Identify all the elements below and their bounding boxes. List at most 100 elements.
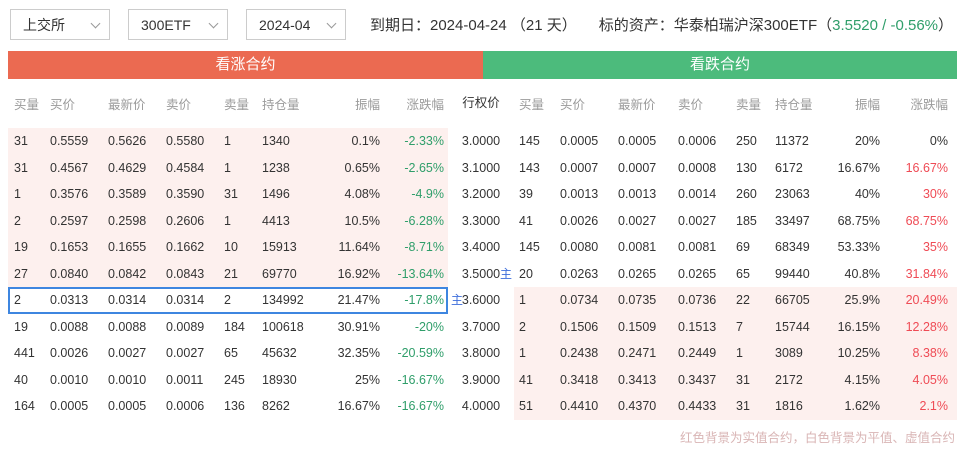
put-ask_vol: 185 bbox=[736, 213, 757, 228]
put-ask: 0.0027 bbox=[678, 213, 717, 228]
chevron-down-icon bbox=[326, 18, 337, 28]
put-contract-row[interactable]: 143 0.0007 0.0007 0.0008 130 6172 16.67% 16.67% bbox=[514, 155, 957, 182]
asset-quote: 3.5520 / -0.56% bbox=[832, 17, 939, 34]
put-contract-row[interactable]: 2 0.1506 0.1509 0.1513 7 15744 16.15% 12.28% bbox=[514, 313, 957, 340]
strike-value: 3.0000 bbox=[461, 134, 501, 148]
strike-value: 3.6000 bbox=[461, 293, 501, 307]
expiry-label: 到期日：2024-04-24 （21 天） bbox=[370, 17, 577, 34]
col-header: 卖价 bbox=[678, 98, 704, 112]
strike-cell: 3.0000 bbox=[448, 128, 514, 155]
col-header: 最新价 bbox=[108, 98, 146, 112]
put-oi: 11372 bbox=[775, 134, 809, 148]
call-ask_vol: 21 bbox=[224, 266, 238, 281]
month-select[interactable]: 2024-04 bbox=[246, 9, 346, 40]
call-chg: -4.9% bbox=[411, 187, 444, 201]
put-ask_vol: 7 bbox=[736, 319, 743, 334]
call-contract-row[interactable]: 441 0.0026 0.0027 0.0027 65 45632 32.35% -20.59… bbox=[8, 340, 448, 367]
call-contract-row[interactable]: 40 0.0010 0.0010 0.0011 245 18930 25% -16.67% bbox=[8, 367, 448, 394]
call-bid: 0.0840 bbox=[50, 266, 89, 281]
strike-value: 3.4000 bbox=[461, 240, 501, 254]
call-oi: 18930 bbox=[262, 372, 297, 387]
put-oi: 99440 bbox=[775, 266, 810, 281]
underlying-select[interactable]: 300ETF bbox=[128, 9, 228, 40]
put-contract-row[interactable]: 41 0.3418 0.3413 0.3437 31 2172 4.15% 4.05% bbox=[514, 366, 957, 393]
put-contract-row[interactable]: 145 0.0005 0.0005 0.0006 250 11372 20% 0% bbox=[514, 128, 957, 155]
put-last: 0.0005 bbox=[618, 134, 657, 148]
call-amp: 21.47% bbox=[337, 293, 380, 307]
call-contract-row[interactable]: 1 0.3576 0.3589 0.3590 31 1496 4.08% -4.9% bbox=[8, 181, 448, 208]
put-contract-row[interactable]: 41 0.0026 0.0027 0.0027 185 33497 68.75% 68.75% bbox=[514, 208, 957, 235]
put-ask_vol: 22 bbox=[736, 293, 750, 307]
main-put-badge: 主 bbox=[499, 266, 512, 281]
underlying-select-value: 300ETF bbox=[141, 16, 191, 33]
call-chg: -20% bbox=[414, 319, 444, 334]
put-chg: 30% bbox=[922, 187, 948, 201]
strike-value: 3.9000 bbox=[461, 372, 501, 387]
col-header: 涨跌幅 bbox=[910, 98, 948, 112]
col-header: 振幅 bbox=[354, 98, 380, 112]
put-oi: 1816 bbox=[775, 399, 803, 413]
put-bid_vol: 1 bbox=[519, 346, 526, 360]
call-ask_vol: 184 bbox=[224, 319, 245, 334]
col-header: 买量 bbox=[14, 98, 40, 112]
call-last: 0.0314 bbox=[108, 293, 147, 307]
col-header: 涨跌幅 bbox=[406, 98, 444, 112]
put-contract-row[interactable]: 1 0.0734 0.0735 0.0736 22 66705 25.9% 20.49% bbox=[514, 287, 957, 314]
calls-section-header: 看涨合约 bbox=[8, 51, 483, 79]
put-oi: 2172 bbox=[775, 372, 803, 387]
strike-value: 3.8000 bbox=[461, 346, 501, 360]
put-contract-row[interactable]: 51 0.4410 0.4370 0.4433 31 1816 1.62% 2.1% bbox=[514, 393, 957, 420]
call-last: 0.5626 bbox=[108, 134, 147, 148]
strike-value: 3.5000 bbox=[461, 266, 501, 281]
call-contract-row[interactable]: 19 0.1653 0.1655 0.1662 10 15913 11.64% -8.71% bbox=[8, 234, 448, 261]
call-last: 0.2598 bbox=[108, 213, 147, 228]
options-quote-page: 上交所 300ETF 2024-04 到期日：2024-04-24 （21 天）… bbox=[0, 0, 965, 454]
call-amp: 25% bbox=[354, 372, 380, 387]
call-contract-row[interactable]: 2 0.2597 0.2598 0.2606 1 4413 10.5% -6.28% bbox=[8, 207, 448, 234]
col-header: 卖价 bbox=[166, 98, 192, 112]
month-select-value: 2024-04 bbox=[259, 16, 311, 33]
put-contract-row[interactable]: 1 0.2438 0.2471 0.2449 1 3089 10.25% 8.38% bbox=[514, 340, 957, 367]
exchange-select[interactable]: 上交所 bbox=[10, 9, 110, 40]
call-oi: 8262 bbox=[262, 399, 290, 413]
put-bid: 0.0013 bbox=[560, 187, 599, 201]
call-bid: 0.3576 bbox=[50, 187, 89, 201]
call-contract-row[interactable]: 2 0.0313 0.0314 0.0314 2 134992 21.47% -17.8% bbox=[8, 287, 448, 314]
put-ask: 0.1513 bbox=[678, 319, 717, 334]
column-header-row: 买量 买价 最新价 卖价 卖量 持仓量 振幅 涨跌幅 行权价 买量 买价 最新价… bbox=[8, 79, 957, 128]
call-bid_vol: 19 bbox=[14, 319, 28, 334]
put-ask_vol: 69 bbox=[736, 240, 750, 254]
call-bid: 0.1653 bbox=[50, 240, 89, 254]
call-bid_vol: 1 bbox=[14, 187, 21, 201]
option-row: 2 0.2597 0.2598 0.2606 1 4413 10.5% -6.28% 3.300… bbox=[8, 207, 957, 235]
call-oi: 100618 bbox=[262, 319, 304, 334]
put-contract-row[interactable]: 39 0.0013 0.0013 0.0014 260 23063 40% 30% bbox=[514, 181, 957, 208]
call-ask_vol: 31 bbox=[224, 187, 238, 201]
call-column-headers: 买量 买价 最新价 卖价 卖量 持仓量 振幅 涨跌幅 bbox=[8, 79, 448, 128]
main-call-badge: 主 bbox=[451, 293, 464, 307]
call-chg: -2.65% bbox=[404, 160, 444, 175]
put-bid: 0.1506 bbox=[560, 319, 599, 334]
call-contract-row[interactable]: 27 0.0840 0.0842 0.0843 21 69770 16.92% -13.64% bbox=[8, 260, 448, 287]
put-amp: 68.75% bbox=[837, 213, 880, 228]
call-contract-row[interactable]: 19 0.0088 0.0088 0.0089 184 100618 30.91% -20% bbox=[8, 314, 448, 341]
put-ask_vol: 130 bbox=[736, 160, 757, 175]
put-chg: 8.38% bbox=[912, 346, 948, 360]
put-contract-row[interactable]: 145 0.0080 0.0081 0.0081 69 68349 53.33% 35% bbox=[514, 234, 957, 261]
option-row: 19 0.0088 0.0088 0.0089 184 100618 30.91% -20% 3… bbox=[8, 313, 957, 341]
strike-cell: 4.0000 bbox=[448, 393, 514, 420]
call-contract-row[interactable]: 164 0.0005 0.0005 0.0006 136 8262 16.67% -16.67… bbox=[8, 393, 448, 420]
put-contract-row[interactable]: 20 0.0263 0.0265 0.0265 65 99440 40.8% 31.84% bbox=[514, 261, 957, 288]
toolbar: 上交所 300ETF 2024-04 到期日：2024-04-24 （21 天）… bbox=[10, 8, 957, 41]
put-last: 0.2471 bbox=[618, 346, 657, 360]
call-bid_vol: 2 bbox=[14, 213, 21, 228]
option-row: 19 0.1653 0.1655 0.1662 10 15913 11.64% -8.71% 3… bbox=[8, 234, 957, 261]
call-contract-row[interactable]: 31 0.4567 0.4629 0.4584 1 1238 0.65% -2.65% bbox=[8, 154, 448, 181]
col-header: 卖量 bbox=[224, 98, 250, 112]
call-contract-row[interactable]: 31 0.5559 0.5626 0.5580 1 1340 0.1% -2.33% bbox=[8, 128, 448, 155]
put-amp: 40.8% bbox=[844, 266, 880, 281]
call-chg: -16.67% bbox=[397, 399, 444, 413]
call-bid: 0.2597 bbox=[50, 213, 89, 228]
call-ask_vol: 136 bbox=[224, 399, 245, 413]
call-bid_vol: 441 bbox=[14, 346, 35, 360]
